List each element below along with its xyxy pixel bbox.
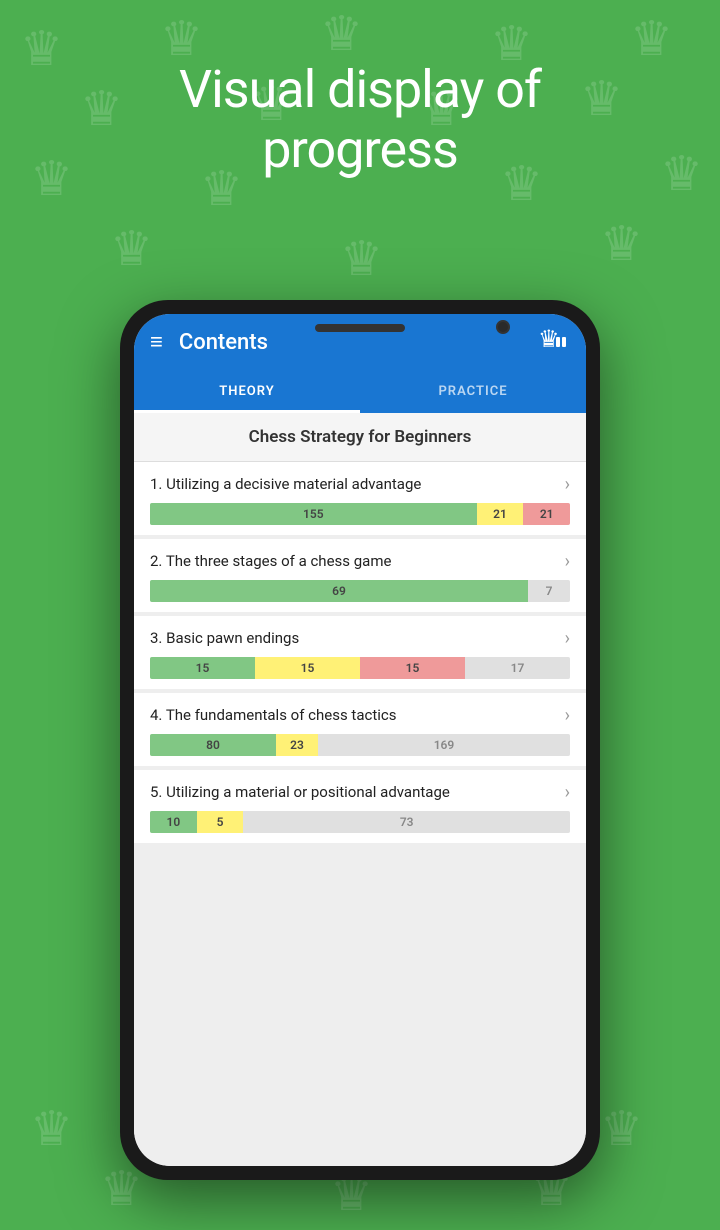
crown-watermark: ♛ — [600, 1100, 643, 1157]
lesson-title: 2. The three stages of a chess game — [150, 552, 557, 572]
bar-pink: 21 — [523, 503, 570, 525]
chevron-right-icon: › — [565, 782, 570, 803]
lesson-title: 4. The fundamentals of chess tactics — [150, 706, 557, 726]
phone-camera — [496, 320, 510, 334]
lesson-header: 3. Basic pawn endings › — [150, 628, 570, 649]
chevron-right-icon: › — [565, 474, 570, 495]
bar-light: 169 — [318, 734, 570, 756]
app-bar: ≡ Contents ♛ — [134, 314, 586, 370]
chevron-right-icon: › — [565, 551, 570, 572]
course-title: Chess Strategy for Beginners — [134, 413, 586, 462]
chevron-right-icon: › — [565, 628, 570, 649]
bar-light: 73 — [243, 811, 570, 833]
lesson-title: 3. Basic pawn endings — [150, 629, 557, 649]
bar-pink: 15 — [360, 657, 465, 679]
bar-yellow: 21 — [477, 503, 524, 525]
bar-green: 155 — [150, 503, 477, 525]
progress-bar: 69 7 — [150, 580, 570, 602]
lesson-item[interactable]: 2. The three stages of a chess game › 69… — [134, 539, 586, 612]
lesson-header: 5. Utilizing a material or positional ad… — [150, 782, 570, 803]
lesson-title: 5. Utilizing a material or positional ad… — [150, 783, 557, 803]
bar-green: 80 — [150, 734, 276, 756]
lesson-header: 1. Utilizing a decisive material advanta… — [150, 474, 570, 495]
crown-watermark: ♛ — [110, 220, 153, 277]
hero-line2: progress — [262, 119, 458, 180]
bar-yellow: 23 — [276, 734, 318, 756]
crown-watermark: ♛ — [630, 10, 673, 67]
bar-yellow: 5 — [197, 811, 244, 833]
bar-light: 17 — [465, 657, 570, 679]
lesson-item[interactable]: 4. The fundamentals of chess tactics › 8… — [134, 693, 586, 766]
phone-screen: ≡ Contents ♛ THEORY PRACTICE — [134, 314, 586, 1166]
lesson-title: 1. Utilizing a decisive material advanta… — [150, 475, 557, 495]
lesson-header: 4. The fundamentals of chess tactics › — [150, 705, 570, 726]
bar-green: 10 — [150, 811, 197, 833]
progress-bar: 10 5 73 — [150, 811, 570, 833]
bar-green: 15 — [150, 657, 255, 679]
chess-logo-icon[interactable]: ♛ — [538, 323, 570, 362]
lesson-item[interactable]: 5. Utilizing a material or positional ad… — [134, 770, 586, 843]
phone-body: ≡ Contents ♛ THEORY PRACTICE — [120, 300, 600, 1180]
crown-watermark: ♛ — [320, 5, 363, 62]
hero-title: Visual display of progress — [0, 60, 720, 180]
phone-mockup: ≡ Contents ♛ THEORY PRACTICE — [120, 300, 600, 1180]
hero-line1: Visual display of — [179, 59, 541, 120]
progress-bar: 15 15 15 17 — [150, 657, 570, 679]
content-area: Chess Strategy for Beginners 1. Utilizin… — [134, 413, 586, 1166]
app-bar-title: Contents — [179, 330, 538, 355]
tabs-bar: THEORY PRACTICE — [134, 370, 586, 413]
progress-bar: 80 23 169 — [150, 734, 570, 756]
bar-green: 69 — [150, 580, 528, 602]
lesson-header: 2. The three stages of a chess game › — [150, 551, 570, 572]
tab-theory[interactable]: THEORY — [134, 370, 360, 413]
bar-light: 7 — [528, 580, 570, 602]
lesson-item[interactable]: 3. Basic pawn endings › 15 15 15 17 — [134, 616, 586, 689]
crown-watermark: ♛ — [30, 1100, 73, 1157]
tab-practice[interactable]: PRACTICE — [360, 370, 586, 413]
lesson-item[interactable]: 1. Utilizing a decisive material advanta… — [134, 462, 586, 535]
crown-watermark: ♛ — [340, 230, 383, 287]
bar-yellow: 15 — [255, 657, 360, 679]
crown-watermark: ♛ — [600, 215, 643, 272]
chevron-right-icon: › — [565, 705, 570, 726]
phone-speaker — [315, 324, 405, 332]
progress-bar: 155 21 21 — [150, 503, 570, 525]
hamburger-icon[interactable]: ≡ — [150, 329, 163, 355]
